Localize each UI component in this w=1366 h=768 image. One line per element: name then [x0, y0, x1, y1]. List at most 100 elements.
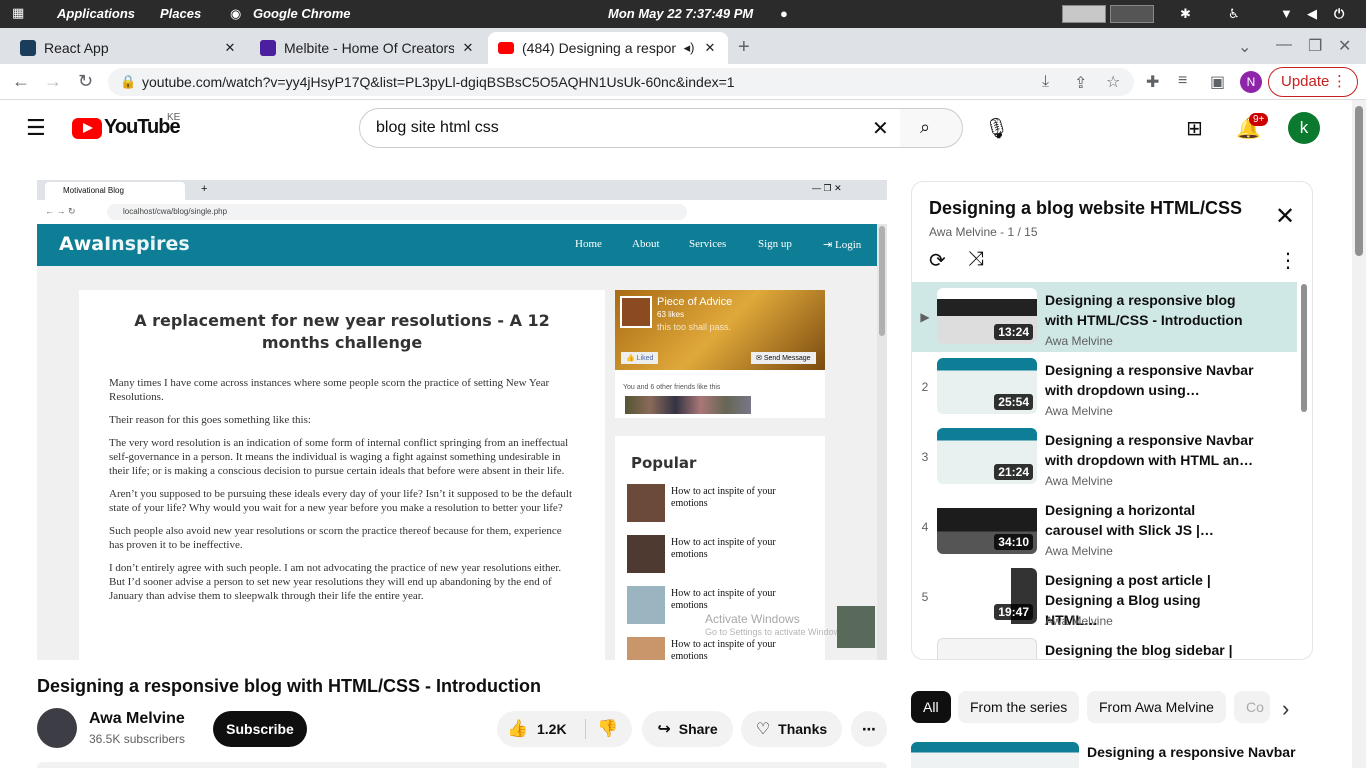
playlist-item[interactable]: ▶ 13:24 Designing a responsive blog with… [912, 282, 1297, 352]
minimize-icon[interactable]: — [1276, 36, 1292, 54]
close-tab-icon[interactable]: ✕ [222, 40, 238, 56]
channel-name[interactable]: Awa Melvine [89, 710, 185, 728]
page-scrollbar[interactable] [1352, 100, 1366, 768]
close-window-icon[interactable]: ✕ [1338, 36, 1351, 56]
install-icon[interactable]: ⤓ [1042, 73, 1049, 91]
accessibility-icon[interactable]: ♿ [1228, 6, 1240, 22]
os-top-bar: ▦ Applications Places ◉ Google Chrome Mo… [0, 0, 1366, 28]
clock[interactable]: Mon May 22 7:37:49 PM [608, 6, 753, 21]
extensions-icon[interactable]: ✚ [1146, 72, 1159, 92]
chip-from-channel[interactable]: From Awa Melvine [1087, 691, 1226, 723]
recommended-thumbnail[interactable] [911, 742, 1079, 768]
bluetooth-icon[interactable]: ✱ [1180, 6, 1191, 22]
close-playlist-icon[interactable]: ✕ [1275, 202, 1295, 231]
tab-search-icon[interactable]: ⌄ [1238, 37, 1251, 57]
loop-icon[interactable]: ⟳ [929, 248, 946, 273]
fb-send-button: ✉ Send Message [751, 352, 816, 364]
places-menu[interactable]: Places [160, 6, 201, 21]
share-button[interactable]: ↪ Share [642, 711, 733, 747]
address-bar[interactable]: 🔒 youtube.com/watch?v=yy4jHsyP17Q&list=P… [108, 68, 1134, 96]
chip-partial[interactable]: Co [1234, 691, 1270, 723]
playlist-item[interactable]: 5 19:47 Designing a post article | Desig… [912, 562, 1297, 632]
new-tab-icon[interactable]: + [738, 36, 750, 59]
shuffle-icon[interactable]: ⤨ [968, 248, 984, 271]
recommended-title[interactable]: Designing a responsive Navbar [1087, 744, 1296, 760]
chip-from-series[interactable]: From the series [958, 691, 1080, 723]
webcam-overlay [837, 606, 875, 648]
subscribe-button[interactable]: Subscribe [213, 711, 307, 747]
playlist-menu-icon[interactable]: ⋮ [1278, 248, 1298, 273]
tab-react-app[interactable]: React App ✕ [10, 32, 248, 64]
more-actions-button[interactable]: ⋯ [851, 711, 887, 747]
workspace-2[interactable] [1110, 5, 1154, 23]
clear-search-icon[interactable]: ✕ [872, 116, 889, 141]
workspace-1[interactable] [1062, 5, 1106, 23]
search-button[interactable]: ⌕ [900, 108, 963, 148]
media-icon[interactable]: ≡ [1178, 72, 1187, 90]
description-box[interactable] [37, 762, 887, 768]
search-input[interactable]: blog site html css [359, 108, 901, 148]
tab-melbite[interactable]: Melbite - Home Of Creators ✕ [250, 32, 486, 64]
tab-youtube[interactable]: (484) Designing a responsive blog ◂) ✕ [488, 32, 728, 64]
bookmark-star-icon[interactable]: ☆ [1106, 72, 1120, 92]
video-player[interactable]: Motivational Blog + — ❐ ✕ ← → ↻ localhos… [37, 180, 887, 660]
playlist-item[interactable]: 4 34:10 Designing a horizontal carousel … [912, 492, 1297, 562]
dislike-icon[interactable]: 👎 [597, 719, 618, 739]
update-label: Update [1281, 73, 1330, 90]
item-channel: Awa Melvine [1045, 544, 1113, 558]
like-count[interactable]: 1.2K [537, 721, 567, 737]
hamburger-menu-icon[interactable]: ☰ [26, 115, 46, 141]
item-thumbnail: 34:10 [937, 498, 1037, 554]
scrollbar-thumb[interactable] [1355, 106, 1363, 256]
playlist-title[interactable]: Designing a blog website HTML/CSS [929, 198, 1242, 219]
apps-grid-icon[interactable]: ▦ [12, 5, 24, 21]
power-icon[interactable]: ⏻ [1334, 6, 1344, 22]
create-video-icon[interactable]: ⊞ [1186, 116, 1203, 141]
close-tab-icon[interactable]: ✕ [460, 40, 476, 56]
lock-icon: 🔒 [120, 74, 137, 89]
update-button[interactable]: Update ⋮ [1268, 67, 1358, 97]
playlist-item[interactable]: Designing the blog sidebar | [912, 632, 1297, 659]
fb-liked-button: 👍 Liked [621, 352, 659, 364]
like-icon[interactable]: 👍 [507, 719, 528, 739]
chevron-right-icon[interactable]: › [1282, 696, 1289, 722]
share-icon[interactable]: ⇪ [1074, 73, 1087, 93]
forward-icon[interactable]: → [44, 71, 62, 92]
popular-item: How to act inspite of your emotions [671, 486, 776, 509]
item-title: Designing a responsive Navbar with dropd… [1045, 432, 1254, 468]
region-code: KE [167, 112, 181, 123]
profile-avatar[interactable]: N [1240, 71, 1262, 93]
volume-icon[interactable]: ◀ [1307, 6, 1317, 22]
wifi-icon[interactable]: ▼ [1280, 6, 1293, 21]
inner-tab: Motivational Blog [45, 182, 185, 200]
playlist-panel: Designing a blog website HTML/CSS Awa Me… [911, 181, 1313, 660]
inner-post: A replacement for new year resolutions -… [79, 290, 605, 660]
active-app-label[interactable]: Google Chrome [253, 6, 351, 21]
inner-nav-services: Services [689, 238, 727, 250]
thanks-button[interactable]: ♡ Thanks [741, 711, 842, 747]
subscriber-count: 36.5K subscribers [89, 732, 186, 746]
item-thumbnail: 21:24 [937, 428, 1037, 484]
youtube-logo-icon[interactable] [72, 118, 102, 139]
item-index: 4 [921, 520, 929, 534]
maximize-icon[interactable]: ❐ [1308, 36, 1322, 56]
reload-icon[interactable]: ↻ [78, 71, 93, 92]
popular-thumb [627, 586, 665, 624]
fb-friend-avatars [625, 396, 751, 414]
inner-brand: AwaInspires [59, 233, 190, 255]
account-avatar[interactable]: k [1288, 112, 1320, 144]
playlist-scrollbar[interactable] [1301, 284, 1307, 412]
chip-all[interactable]: All [911, 691, 951, 723]
speaker-icon[interactable]: ◂) [682, 40, 696, 56]
playlist-item[interactable]: 2 25:54 Designing a responsive Navbar wi… [912, 352, 1297, 422]
search-icon: ⌕ [920, 117, 931, 137]
microphone-icon[interactable]: 🎙 [984, 116, 1009, 141]
popular-thumb [627, 535, 665, 573]
applications-menu[interactable]: Applications [57, 6, 135, 21]
channel-avatar[interactable] [37, 708, 77, 748]
playlist-item[interactable]: 3 21:24 Designing a responsive Navbar wi… [912, 422, 1297, 492]
thanks-heart-icon: ♡ [755, 721, 771, 738]
back-icon[interactable]: ← [12, 71, 30, 92]
side-panel-icon[interactable]: ▣ [1210, 72, 1225, 92]
close-tab-icon[interactable]: ✕ [702, 40, 718, 56]
